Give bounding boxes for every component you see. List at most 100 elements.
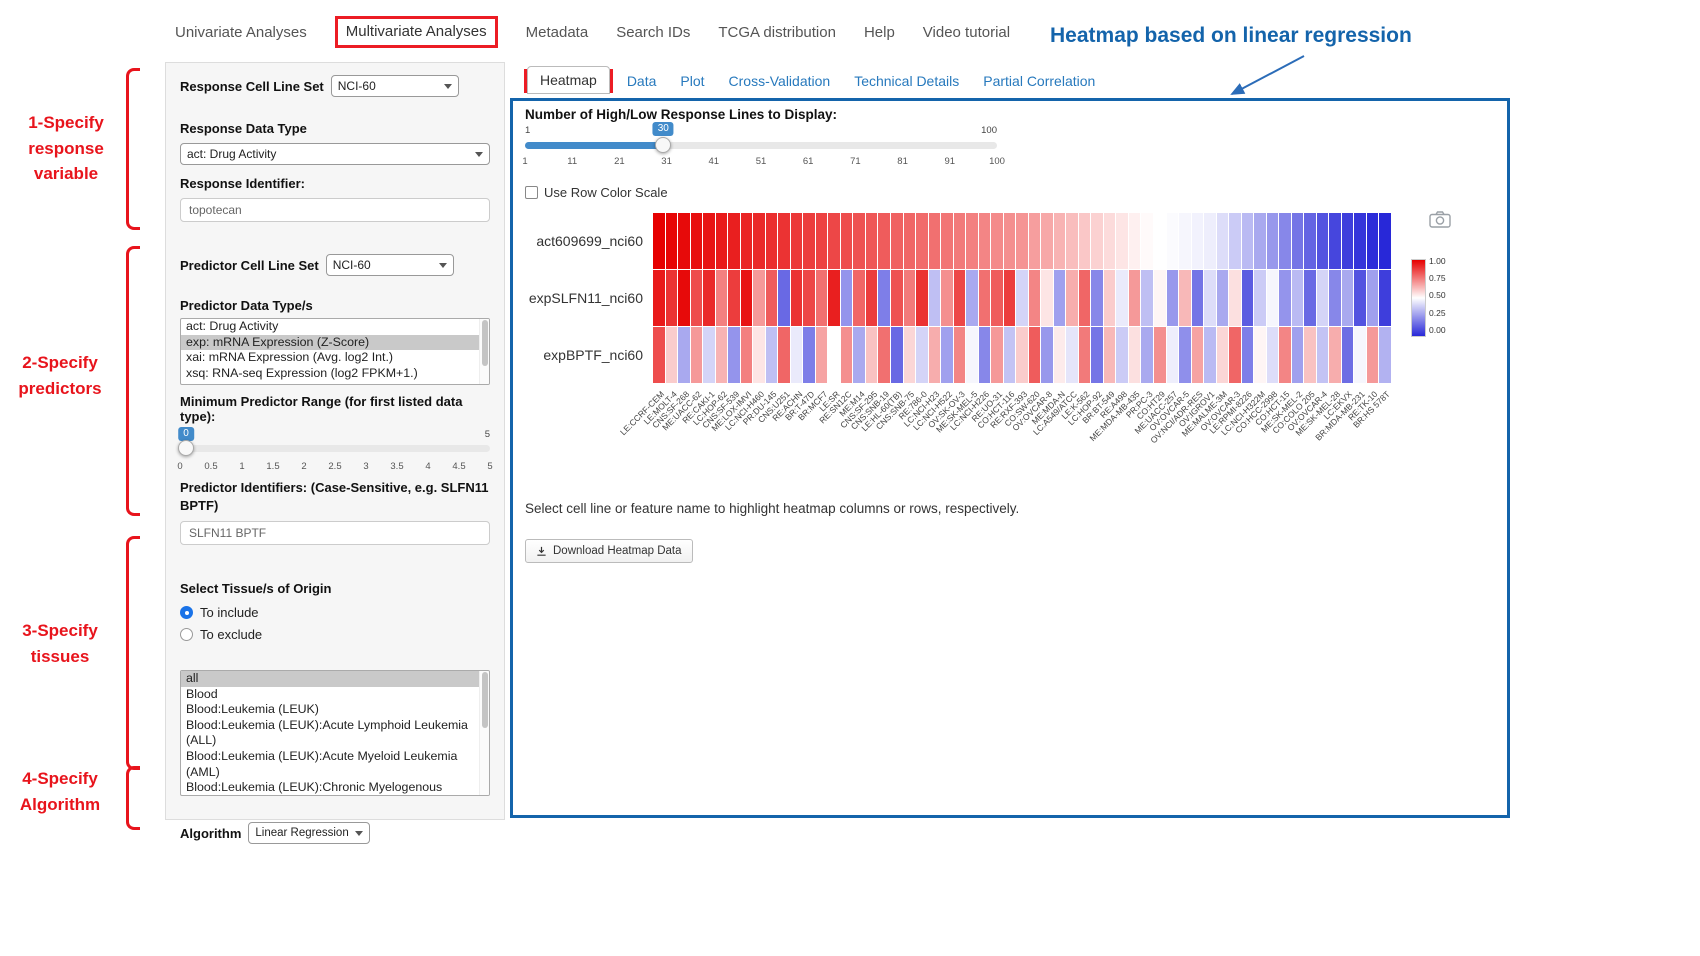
tissue-exclude-radio-row[interactable]: To exclude bbox=[180, 627, 490, 642]
predictor-identifiers-input[interactable] bbox=[180, 521, 490, 545]
heatmap-cell bbox=[803, 213, 815, 269]
heatmap-cell bbox=[1292, 270, 1304, 326]
tab-technical-details[interactable]: Technical Details bbox=[844, 68, 969, 94]
heatmap-cell bbox=[916, 270, 928, 326]
scrollbar-thumb[interactable] bbox=[482, 320, 488, 366]
slider-tick-label: 0 bbox=[177, 461, 182, 472]
nav-item-video-tutorial[interactable]: Video tutorial bbox=[923, 24, 1010, 41]
slider-value-badge: 0 bbox=[178, 427, 194, 441]
response-cell-line-set-select[interactable]: NCI-60 bbox=[331, 75, 459, 97]
predictor-data-type-option[interactable]: exp: mRNA Expression (Z-Score) bbox=[181, 335, 489, 351]
heatmap-row-label-act609699-nci60[interactable]: act609699_nci60 bbox=[536, 233, 643, 249]
heatmap-cell bbox=[1204, 213, 1216, 269]
nav-item-metadata[interactable]: Metadata bbox=[526, 24, 589, 41]
slider-tick-label: 41 bbox=[709, 156, 720, 167]
slider-handle[interactable] bbox=[178, 440, 194, 456]
heatmap-cell bbox=[1317, 327, 1329, 383]
heatmap-cell bbox=[678, 327, 690, 383]
chevron-down-icon bbox=[439, 263, 447, 272]
nav-item-univariate-analyses[interactable]: Univariate Analyses bbox=[175, 24, 307, 41]
heatmap-cell bbox=[791, 213, 803, 269]
slider-max-label: 100 bbox=[981, 125, 997, 136]
row-color-scale-checkbox[interactable] bbox=[525, 186, 538, 199]
heatmap-cell bbox=[878, 270, 890, 326]
response-identifier-input[interactable] bbox=[180, 198, 490, 222]
row-color-scale-row[interactable]: Use Row Color Scale bbox=[525, 185, 668, 200]
slider-tick-label: 2.5 bbox=[328, 461, 341, 472]
heatmap-cell bbox=[1016, 270, 1028, 326]
slider-tick-label: 11 bbox=[567, 156, 577, 167]
legend-tick-label: 0.75 bbox=[1429, 273, 1446, 283]
nav-item-help[interactable]: Help bbox=[864, 24, 895, 41]
tab-data[interactable]: Data bbox=[617, 68, 667, 94]
response-data-type-select[interactable]: act: Drug Activity bbox=[180, 143, 490, 165]
tissue-option[interactable]: Blood bbox=[181, 687, 489, 703]
slider-tick-labels: 1112131415161718191100 bbox=[525, 156, 997, 168]
min-predictor-range-slider[interactable]: 0 5 00.511.522.533.544.55 bbox=[180, 427, 490, 475]
predictor-data-type-option[interactable]: xai: mRNA Expression (Avg. log2 Int.) bbox=[181, 350, 489, 366]
algorithm-label: Algorithm bbox=[180, 826, 241, 841]
heatmap-cell bbox=[1292, 213, 1304, 269]
predictor-data-type-option[interactable]: xsq: RNA-seq Expression (log2 FPKM+1.) bbox=[181, 366, 489, 382]
response-data-type-value: act: Drug Activity bbox=[187, 147, 276, 161]
heatmap-cell bbox=[878, 327, 890, 383]
legend-gradient-bar bbox=[1411, 259, 1426, 337]
heatmap-cell bbox=[941, 270, 953, 326]
heatmap-cell bbox=[1242, 270, 1254, 326]
heatmap-cell bbox=[1041, 270, 1053, 326]
slider-handle[interactable] bbox=[655, 137, 671, 153]
heatmap-cell bbox=[954, 270, 966, 326]
exclude-radio[interactable] bbox=[180, 628, 193, 641]
include-radio[interactable] bbox=[180, 606, 193, 619]
tissue-option[interactable]: Blood:Leukemia (LEUK):Acute Myeloid Leuk… bbox=[181, 749, 489, 780]
heatmap-cell bbox=[791, 270, 803, 326]
heatmap-cell bbox=[1304, 270, 1316, 326]
heatmap-cell bbox=[916, 327, 928, 383]
heatmap-cell bbox=[791, 327, 803, 383]
algorithm-select[interactable]: Linear Regression bbox=[248, 822, 370, 844]
heatmap-cell bbox=[828, 327, 840, 383]
lines-display-slider[interactable]: 1 100 30 1112131415161718191100 bbox=[525, 125, 997, 177]
heatmap-cell bbox=[753, 213, 765, 269]
scrollbar-thumb[interactable] bbox=[482, 672, 488, 728]
slider-track[interactable] bbox=[180, 445, 490, 452]
legend-tick-label: 0.00 bbox=[1429, 325, 1446, 335]
heatmap-color-legend: 1.000.750.500.250.00 bbox=[1411, 259, 1457, 337]
nav-item-search-ids[interactable]: Search IDs bbox=[616, 24, 690, 41]
heatmap-cell bbox=[1066, 327, 1078, 383]
nav-item-multivariate-analyses[interactable]: Multivariate Analyses bbox=[346, 23, 487, 40]
heatmap-cell bbox=[891, 270, 903, 326]
predictor-cell-line-set-select[interactable]: NCI-60 bbox=[326, 254, 454, 276]
heatmap-cell bbox=[1016, 327, 1028, 383]
predictor-data-type-option[interactable]: act: Drug Activity bbox=[181, 319, 489, 335]
heatmap-row-label-expbptf-nci60[interactable]: expBPTF_nci60 bbox=[543, 347, 643, 363]
annotation-bracket-4 bbox=[126, 766, 140, 830]
tissue-option[interactable]: Blood:Leukemia (LEUK) bbox=[181, 702, 489, 718]
tissue-option[interactable]: all bbox=[181, 671, 489, 687]
download-heatmap-data-button[interactable]: Download Heatmap Data bbox=[525, 539, 693, 563]
tab-plot[interactable]: Plot bbox=[670, 68, 714, 94]
heatmap-cell bbox=[916, 213, 928, 269]
heatmap-grid bbox=[653, 213, 1391, 383]
tissue-option[interactable]: Blood:Leukemia (LEUK):Chronic Myelogenou… bbox=[181, 780, 489, 796]
tab-cross-validation[interactable]: Cross-Validation bbox=[719, 68, 841, 94]
tissue-include-radio-row[interactable]: To include bbox=[180, 605, 490, 620]
heatmap-hint-text: Select cell line or feature name to high… bbox=[525, 501, 1019, 516]
predictor-data-types-listbox[interactable]: act: Drug Activityexp: mRNA Expression (… bbox=[180, 318, 490, 385]
scrollbar[interactable] bbox=[479, 671, 489, 795]
nav-item-tcga-distribution[interactable]: TCGA distribution bbox=[718, 24, 836, 41]
tab-partial-correlation[interactable]: Partial Correlation bbox=[973, 68, 1105, 94]
tab-heatmap[interactable]: Heatmap bbox=[527, 66, 610, 94]
tissue-option[interactable]: Blood:Leukemia (LEUK):Acute Lymphoid Leu… bbox=[181, 718, 489, 749]
heatmap-cell bbox=[1116, 327, 1128, 383]
scrollbar[interactable] bbox=[479, 319, 489, 384]
slider-tick-label: 91 bbox=[945, 156, 956, 167]
heatmap-cell bbox=[1167, 327, 1179, 383]
heatmap-cell bbox=[1367, 327, 1379, 383]
camera-icon[interactable] bbox=[1429, 211, 1451, 228]
tissue-listbox[interactable]: allBloodBlood:Leukemia (LEUK)Blood:Leuke… bbox=[180, 670, 490, 796]
annotation-step-4: 4-Specify Algorithm bbox=[2, 766, 118, 817]
heatmap-cell bbox=[1016, 213, 1028, 269]
heatmap-row-label-expslfn11-nci60[interactable]: expSLFN11_nci60 bbox=[529, 290, 643, 306]
legend-tick-label: 0.50 bbox=[1429, 290, 1446, 300]
